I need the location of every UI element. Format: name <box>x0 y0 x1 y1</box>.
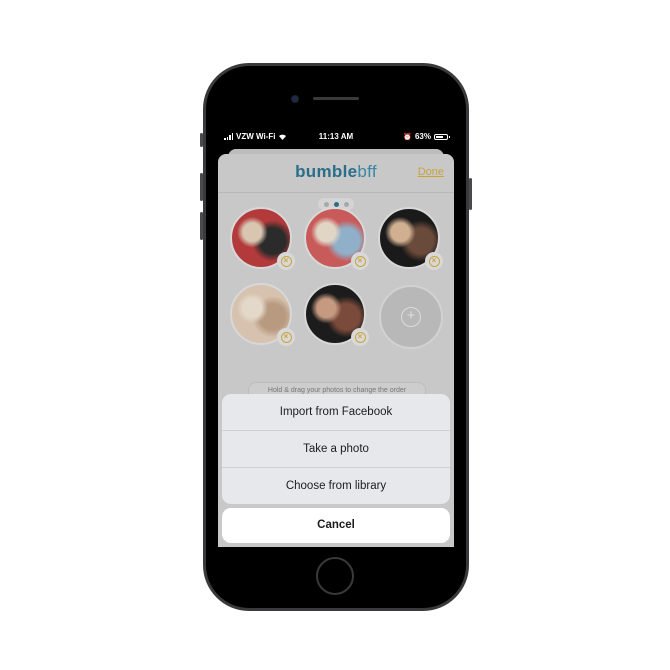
alarm-icon: ⏰ <box>403 133 412 141</box>
close-icon: × <box>354 255 366 267</box>
battery-icon <box>434 133 450 140</box>
add-photo-slot[interactable]: + <box>379 285 443 349</box>
mute-switch <box>200 133 203 147</box>
front-camera <box>292 96 298 102</box>
remove-photo-button[interactable]: × <box>277 252 295 270</box>
screen: VZW Wi-Fi 11:13 AM ⏰ 63% bumblebff Done … <box>218 126 454 547</box>
close-icon: × <box>428 255 440 267</box>
remove-photo-button[interactable]: × <box>351 252 369 270</box>
import-from-facebook-button[interactable]: Import from Facebook <box>222 394 450 431</box>
close-icon: × <box>280 331 292 343</box>
home-button[interactable] <box>316 557 354 595</box>
close-icon: × <box>280 255 292 267</box>
page-dot[interactable] <box>323 201 329 207</box>
remove-photo-button[interactable]: × <box>351 328 369 346</box>
power-button <box>469 178 472 210</box>
logo-bff: bff <box>357 162 377 181</box>
page-dot[interactable] <box>343 201 349 207</box>
status-bar: VZW Wi-Fi 11:13 AM ⏰ 63% <box>218 126 454 146</box>
volume-up-button <box>200 173 203 201</box>
remove-photo-button[interactable]: × <box>425 252 443 270</box>
remove-photo-button[interactable]: × <box>277 328 295 346</box>
plus-icon: + <box>401 307 421 327</box>
done-button[interactable]: Done <box>418 166 444 178</box>
nav-bar: bumblebff Done <box>218 154 454 193</box>
volume-down-button <box>200 212 203 240</box>
logo-bumble: bumble <box>295 162 358 181</box>
page-dot-active[interactable] <box>333 201 339 207</box>
cancel-button[interactable]: Cancel <box>222 508 450 543</box>
close-icon: × <box>354 331 366 343</box>
action-sheet: Import from Facebook Take a photo Choose… <box>222 394 450 504</box>
battery-percent: 63% <box>414 132 431 141</box>
choose-from-library-button[interactable]: Choose from library <box>222 468 450 504</box>
earpiece-speaker <box>313 97 359 100</box>
take-photo-button[interactable]: Take a photo <box>222 431 450 468</box>
